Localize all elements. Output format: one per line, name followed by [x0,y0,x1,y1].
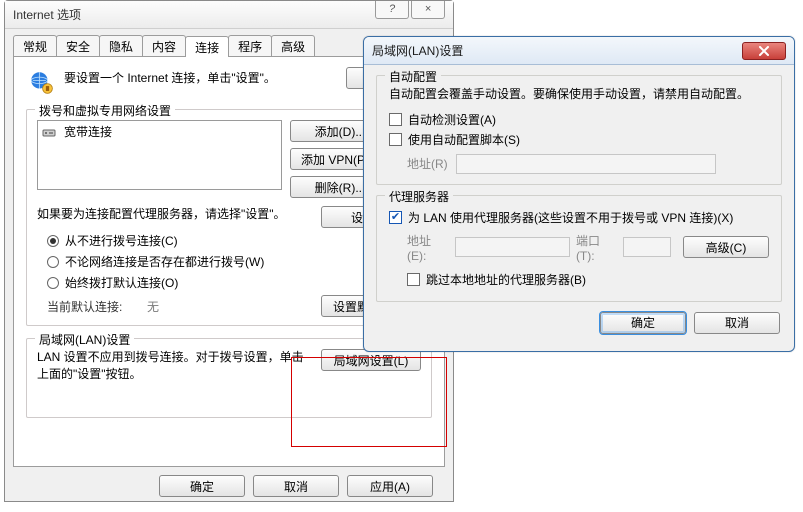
globe-icon [26,67,56,97]
ok-button[interactable]: 确定 [159,475,245,497]
lan-settings-button[interactable]: 局域网设置(L) [321,349,421,371]
lan-legend: 局域网(LAN)设置 [35,331,134,348]
proxy-group: 代理服务器 为 LAN 使用代理服务器(这些设置不用于拨号或 VPN 连接)(X… [376,195,782,302]
use-proxy-label: 为 LAN 使用代理服务器(这些设置不用于拨号或 VPN 连接)(X) [408,209,733,226]
default-value: 无 [147,298,321,315]
auto-config-group: 自动配置 自动配置会覆盖手动设置。要确保使用手动设置，请禁用自动配置。 自动检测… [376,75,782,185]
lan-dialog-title: 局域网(LAN)设置 [372,42,742,59]
use-proxy-row[interactable]: 为 LAN 使用代理服务器(这些设置不用于拨号或 VPN 连接)(X) [389,209,769,226]
radio-never[interactable] [47,235,59,247]
dialup-legend: 拨号和虚拟专用网络设置 [35,102,175,119]
auto-script-checkbox[interactable] [389,133,402,146]
script-address-label: 地址(R) [407,155,448,172]
apply-button[interactable]: 应用(A) [347,475,433,497]
tab-general[interactable]: 常规 [13,35,57,56]
use-proxy-checkbox[interactable] [389,211,402,224]
lan-settings-dialog: 局域网(LAN)设置 自动配置 自动配置会覆盖手动设置。要确保使用手动设置，请禁… [363,36,795,352]
script-address-field [456,154,716,174]
radio-always[interactable] [47,277,59,289]
lan-dialog-buttons: 确定 取消 [364,312,794,348]
default-label: 当前默认连接: [47,298,147,315]
tab-advanced[interactable]: 高级 [271,35,315,56]
dial-settings-note: 如果要为连接配置代理服务器，请选择"设置"。 [37,206,321,228]
auto-detect-row[interactable]: 自动检测设置(A) [389,111,769,128]
dial-item-label: 宽带连接 [64,123,112,140]
titlebar: Internet 选项 ? × [5,1,453,29]
proxy-address-label: 地址(E): [407,232,449,263]
close-icon [758,46,770,56]
radio-always-label: 始终拨打默认连接(O) [65,274,178,291]
proxy-legend: 代理服务器 [385,188,453,205]
setup-description: 要设置一个 Internet 连接，单击"设置"。 [64,67,346,87]
lan-ok-button[interactable]: 确定 [600,312,686,334]
tab-programs[interactable]: 程序 [228,35,272,56]
auto-script-row[interactable]: 使用自动配置脚本(S) [389,131,769,148]
tab-connections[interactable]: 连接 [185,36,229,57]
radio-when-label: 不论网络连接是否存在都进行拨号(W) [65,253,264,270]
tab-privacy[interactable]: 隐私 [99,35,143,56]
lan-titlebar: 局域网(LAN)设置 [364,37,794,65]
help-button[interactable]: ? [375,1,409,19]
close-button[interactable]: × [411,1,445,19]
proxy-port-label: 端口(T): [576,232,617,263]
radio-never-label: 从不进行拨号连接(C) [65,232,178,249]
auto-script-label: 使用自动配置脚本(S) [408,131,520,148]
dialog-title: Internet 选项 [13,6,375,23]
dial-item-broadband[interactable]: 宽带连接 [42,123,277,140]
modem-icon [42,126,58,138]
lan-close-button[interactable] [742,42,786,60]
proxy-port-field[interactable] [623,237,671,257]
lan-cancel-button[interactable]: 取消 [694,312,780,334]
cancel-button[interactable]: 取消 [253,475,339,497]
auto-detect-label: 自动检测设置(A) [408,111,496,128]
proxy-advanced-button[interactable]: 高级(C) [683,236,769,258]
bypass-local-checkbox[interactable] [407,273,420,286]
tab-security[interactable]: 安全 [56,35,100,56]
bypass-local-label: 跳过本地地址的代理服务器(B) [426,271,586,288]
tab-content[interactable]: 内容 [142,35,186,56]
dialup-list[interactable]: 宽带连接 [37,120,282,190]
lan-body: 自动配置 自动配置会覆盖手动设置。要确保使用手动设置，请禁用自动配置。 自动检测… [364,65,794,302]
radio-when[interactable] [47,256,59,268]
auto-detect-checkbox[interactable] [389,113,402,126]
auto-config-note: 自动配置会覆盖手动设置。要确保使用手动设置，请禁用自动配置。 [389,86,769,103]
auto-config-legend: 自动配置 [385,68,441,85]
bypass-local-row[interactable]: 跳过本地地址的代理服务器(B) [407,271,769,288]
dialog-buttons: 确定 取消 应用(A) [13,467,445,505]
lan-note: LAN 设置不应用到拨号连接。对于拨号设置，单击上面的"设置"按钮。 [37,349,311,384]
proxy-address-field[interactable] [455,237,570,257]
